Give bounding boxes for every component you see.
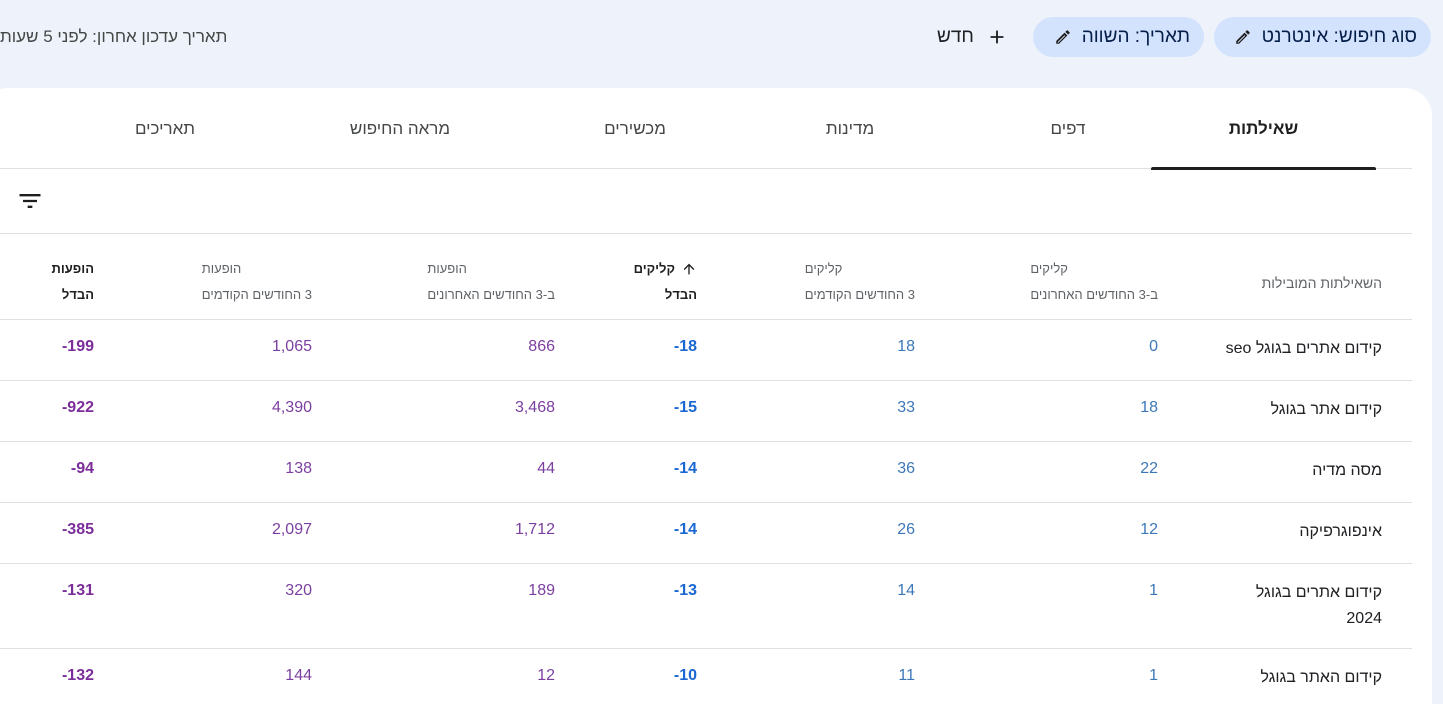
report-card: שאילתות דפים מדינות מכשירים מראה החיפוש … xyxy=(0,88,1432,704)
header-clicks-diff[interactable]: קליקים הבדל xyxy=(634,256,697,308)
clicks-last-cell: 1 xyxy=(1149,582,1158,599)
table-header: השאילתות המובילות קליקים ב-3 החודשים האח… xyxy=(0,234,1412,320)
impr-last-cell: 3,468 xyxy=(514,399,555,416)
toolbar: סוג חיפוש: אינטרנט תאריך: השווה חדש תארי… xyxy=(0,0,1443,78)
plus-icon xyxy=(990,30,1004,44)
header-query-label: השאילתות המובילות xyxy=(1261,275,1382,291)
impr-last-cell: 12 xyxy=(537,667,555,684)
query-cell[interactable]: קידום אתרים בגוגל 2024 xyxy=(1232,580,1382,632)
impr-diff-cell: -131 xyxy=(61,582,94,599)
header-impr-last[interactable]: הופעות ב-3 החודשים האחרונים xyxy=(427,256,555,308)
header-impr-diff-sub: הבדל xyxy=(61,287,94,302)
impr-last-cell: 866 xyxy=(528,338,555,355)
clicks-prev-cell: 18 xyxy=(897,338,915,355)
query-cell[interactable]: מסה מדיה xyxy=(1222,458,1382,484)
header-clicks-last-sub: ב-3 החודשים האחרונים xyxy=(1030,287,1158,302)
header-clicks-prev[interactable]: קליקים 3 החודשים הקודמים xyxy=(805,256,915,308)
tab-queries[interactable]: שאילתות xyxy=(1151,88,1376,170)
impr-diff-cell: -199 xyxy=(61,338,94,355)
new-button[interactable]: חדש xyxy=(937,17,1008,57)
clicks-diff-cell: -18 xyxy=(673,338,697,355)
date-chip-label: תאריך: השווה xyxy=(1081,26,1190,47)
table-row[interactable]: אינפוגרפיקה 12 26 -14 1,712 2,097 -385 xyxy=(0,503,1412,564)
filter-icon[interactable] xyxy=(16,187,44,215)
impr-diff-cell: -94 xyxy=(70,460,94,477)
table-row[interactable]: מסה מדיה 22 36 -14 44 138 -94 xyxy=(0,442,1412,503)
impr-last-cell: 1,712 xyxy=(514,521,555,538)
clicks-prev-cell: 33 xyxy=(897,399,915,416)
table-row[interactable]: קידום אתרים בגוגל seo 0 18 -18 866 1,065… xyxy=(0,320,1412,381)
header-clicks-last-title: קליקים xyxy=(1030,261,1068,276)
impr-diff-cell: -132 xyxy=(61,667,94,684)
queries-table: השאילתות המובילות קליקים ב-3 החודשים האח… xyxy=(0,234,1412,704)
clicks-last-cell: 1 xyxy=(1149,667,1158,684)
clicks-last-cell: 0 xyxy=(1149,338,1158,355)
tab-search-appearance[interactable]: מראה החיפוש xyxy=(310,88,490,169)
arrow-up-icon xyxy=(683,263,695,275)
header-clicks-prev-title: קליקים xyxy=(804,261,843,276)
pencil-icon xyxy=(1235,30,1250,44)
header-clicks-diff-title: קליקים xyxy=(634,256,697,282)
clicks-diff-cell: -14 xyxy=(673,521,697,538)
impr-prev-cell: 2,097 xyxy=(271,521,312,538)
tab-countries[interactable]: מדינות xyxy=(785,88,915,169)
date-chip[interactable]: תאריך: השווה xyxy=(1033,17,1204,57)
clicks-diff-cell: -13 xyxy=(673,582,697,599)
query-cell[interactable]: אינפוגרפיקה xyxy=(1222,519,1382,545)
impr-last-cell: 189 xyxy=(528,582,555,599)
tab-dates[interactable]: תאריכים xyxy=(90,88,240,169)
clicks-last-cell: 22 xyxy=(1140,460,1158,477)
impr-prev-cell: 144 xyxy=(285,667,312,684)
query-cell[interactable]: קידום האתר בגוגל xyxy=(1222,665,1382,691)
filter-row xyxy=(0,170,1412,234)
new-button-label: חדש xyxy=(937,26,974,47)
tab-pages[interactable]: דפים xyxy=(1003,88,1133,169)
header-clicks-last[interactable]: קליקים ב-3 החודשים האחרונים xyxy=(1030,256,1158,308)
header-impr-prev-title: הופעות xyxy=(201,261,242,276)
clicks-prev-cell: 26 xyxy=(897,521,915,538)
table-row[interactable]: קידום האתר בגוגל 1 11 -10 12 144 -132 xyxy=(0,649,1412,704)
clicks-last-cell: 12 xyxy=(1140,521,1158,538)
impr-diff-cell: -385 xyxy=(61,521,94,538)
header-impr-last-sub: ב-3 החודשים האחרונים xyxy=(427,287,555,302)
header-impr-prev-sub: 3 החודשים הקודמים xyxy=(201,287,312,302)
search-type-chip[interactable]: סוג חיפוש: אינטרנט xyxy=(1214,17,1431,57)
header-impr-diff-title: הופעות xyxy=(51,261,94,276)
table-row[interactable]: קידום אתר בגוגל 18 33 -15 3,468 4,390 -9… xyxy=(0,381,1412,442)
search-type-chip-label: סוג חיפוש: אינטרנט xyxy=(1261,26,1417,47)
impr-diff-cell: -922 xyxy=(61,399,94,416)
pencil-icon xyxy=(1055,30,1070,44)
clicks-diff-cell: -10 xyxy=(673,667,697,684)
header-clicks-diff-sub: הבדל xyxy=(664,287,697,302)
clicks-prev-cell: 11 xyxy=(898,667,915,684)
impr-last-cell: 44 xyxy=(537,460,555,477)
header-impr-prev[interactable]: הופעות 3 החודשים הקודמים xyxy=(202,256,312,308)
clicks-last-cell: 18 xyxy=(1140,399,1158,416)
table-row[interactable]: קידום אתרים בגוגל 2024 1 14 -13 189 320 … xyxy=(0,564,1412,649)
header-impr-diff[interactable]: הופעות הבדל xyxy=(52,256,94,308)
impr-prev-cell: 138 xyxy=(285,460,312,477)
header-clicks-prev-sub: 3 החודשים הקודמים xyxy=(804,287,915,302)
header-clicks-diff-label: קליקים xyxy=(633,261,675,276)
query-cell[interactable]: קידום אתר בגוגל xyxy=(1222,397,1382,423)
impr-prev-cell: 4,390 xyxy=(271,399,312,416)
last-updated-text: תאריך עדכון אחרון: לפני 5 שעות xyxy=(0,27,228,46)
clicks-prev-cell: 36 xyxy=(897,460,915,477)
header-query[interactable]: השאילתות המובילות xyxy=(1262,270,1382,296)
header-impr-last-title: הופעות xyxy=(427,261,467,276)
clicks-diff-cell: -15 xyxy=(673,399,697,416)
query-cell[interactable]: קידום אתרים בגוגל seo xyxy=(1222,336,1382,362)
tab-bar: שאילתות דפים מדינות מכשירים מראה החיפוש … xyxy=(0,88,1412,170)
clicks-prev-cell: 14 xyxy=(897,582,915,599)
tab-devices[interactable]: מכשירים xyxy=(560,88,710,169)
clicks-diff-cell: -14 xyxy=(673,460,697,477)
impr-prev-cell: 320 xyxy=(285,582,312,599)
impr-prev-cell: 1,065 xyxy=(271,338,312,355)
